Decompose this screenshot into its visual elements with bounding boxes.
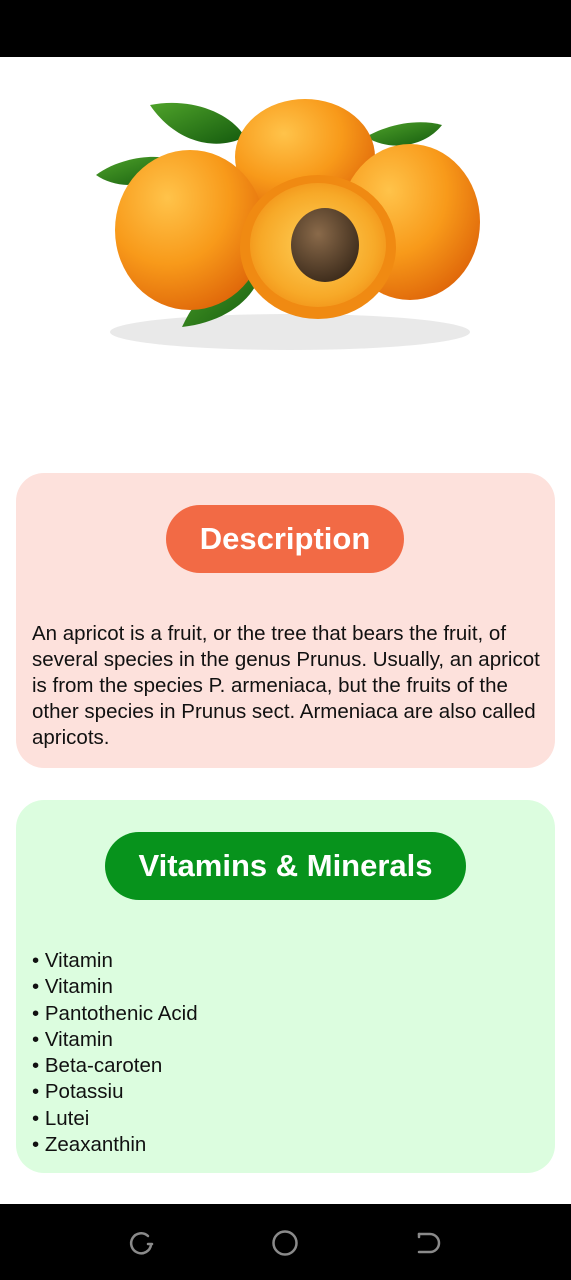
navigation-bar (0, 1204, 571, 1280)
vitamin-item: Pantothenic Acid (32, 1001, 198, 1027)
description-title: Description (166, 505, 404, 573)
apricot-illustration (96, 99, 480, 350)
description-card: Description An apricot is a fruit, or th… (16, 473, 555, 768)
vitamins-title: Vitamins & Minerals (105, 832, 466, 900)
vitamin-item: Zeaxanthin (32, 1132, 198, 1158)
apricot-image (0, 57, 571, 457)
vitamin-item: Lutei (32, 1106, 198, 1132)
vitamin-item: Potassiu (32, 1079, 198, 1105)
vitamins-card: Vitamins & Minerals Vitamin Vitamin Pant… (16, 800, 555, 1173)
home-icon[interactable] (268, 1226, 302, 1260)
status-bar (0, 0, 571, 57)
vitamin-item: Vitamin (32, 974, 198, 1000)
recent-apps-icon[interactable] (124, 1226, 158, 1260)
vitamin-item: Vitamin (32, 1027, 198, 1053)
vitamins-list: Vitamin Vitamin Pantothenic Acid Vitamin… (32, 948, 198, 1158)
vitamin-item: Beta-caroten (32, 1053, 198, 1079)
vitamin-item: Vitamin (32, 948, 198, 974)
back-icon[interactable] (410, 1226, 444, 1260)
description-text: An apricot is a fruit, or the tree that … (32, 622, 540, 749)
